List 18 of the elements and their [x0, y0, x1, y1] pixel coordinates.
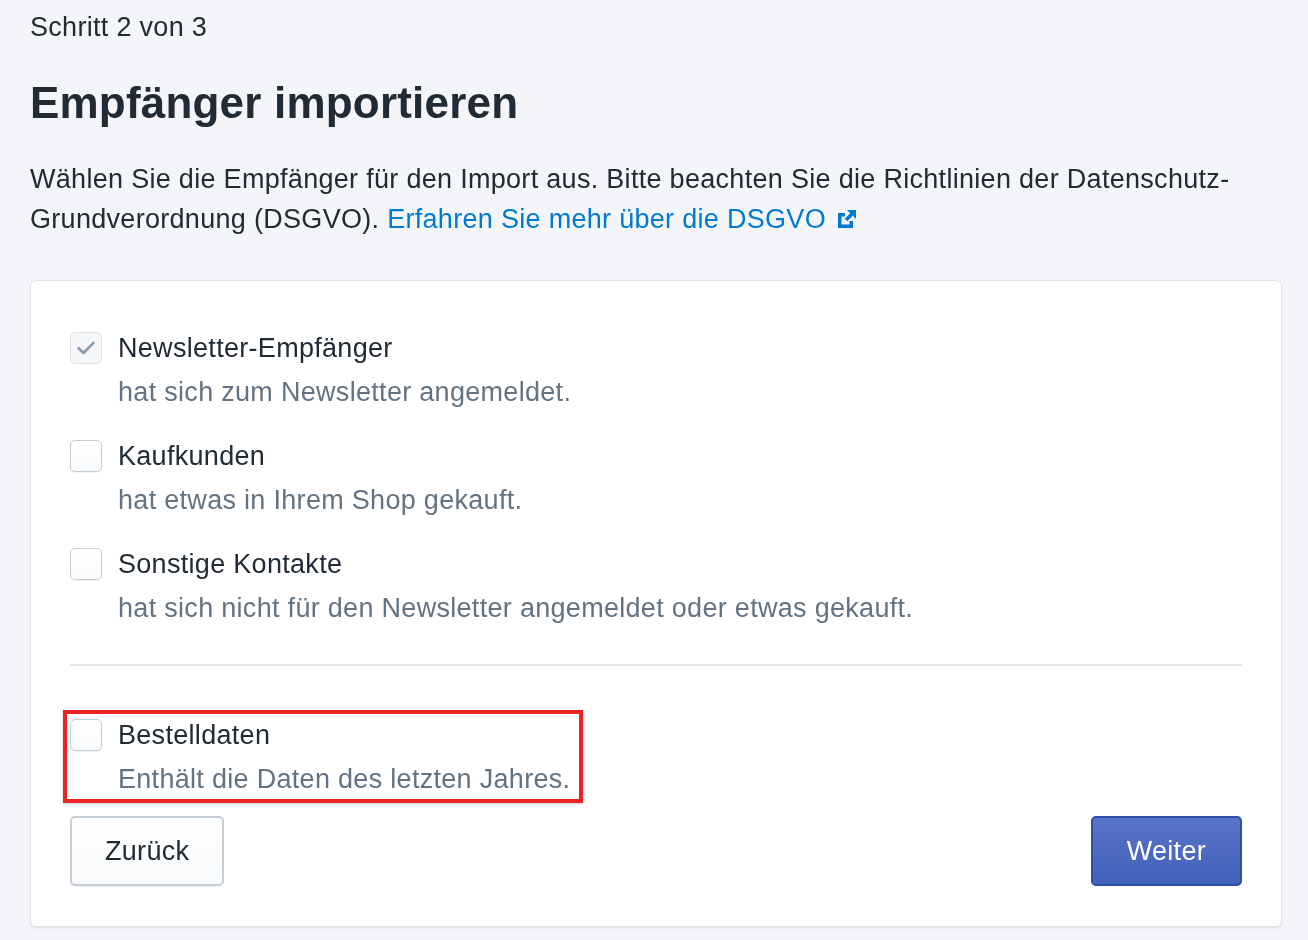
intro-text: Wählen Sie die Empfänger für den Import aus. Bitte beachten Sie die Richtlinien der Datenschutz-Grundverordnung (DSGVO). Erfahren Sie mehr über die DSGVO: [30, 163, 1231, 236]
checkbox[interactable]: [70, 719, 102, 751]
checkbox-label: Sonstige Kontakte: [118, 548, 344, 580]
checkbox[interactable]: [70, 548, 102, 580]
option-description: hat sich zum Newsletter angemeldet.: [118, 376, 572, 408]
back-button[interactable]: Zurück: [70, 816, 225, 886]
dsgvo-link[interactable]: Erfahren Sie mehr über die DSGVO: [387, 204, 856, 234]
checkbox-label: Newsletter-Empfänger: [118, 332, 394, 364]
option-description: hat sich nicht für den Newsletter angemeldet oder etwas gekauft.: [118, 592, 914, 624]
page-title: Empfänger importieren: [30, 78, 520, 128]
step-indicator: Schritt 2 von 3: [30, 12, 209, 42]
option-description: hat etwas in Ihrem Shop gekauft.: [118, 484, 523, 516]
checkbox[interactable]: [70, 440, 102, 472]
checkmark-icon: [77, 341, 95, 355]
next-button[interactable]: Weiter: [1090, 816, 1242, 886]
checkbox-label: Bestelldaten: [118, 719, 272, 751]
option-description: Enthält die Daten des letzten Jahres.: [118, 763, 571, 795]
checkbox-label: Kaufkunden: [118, 440, 267, 472]
